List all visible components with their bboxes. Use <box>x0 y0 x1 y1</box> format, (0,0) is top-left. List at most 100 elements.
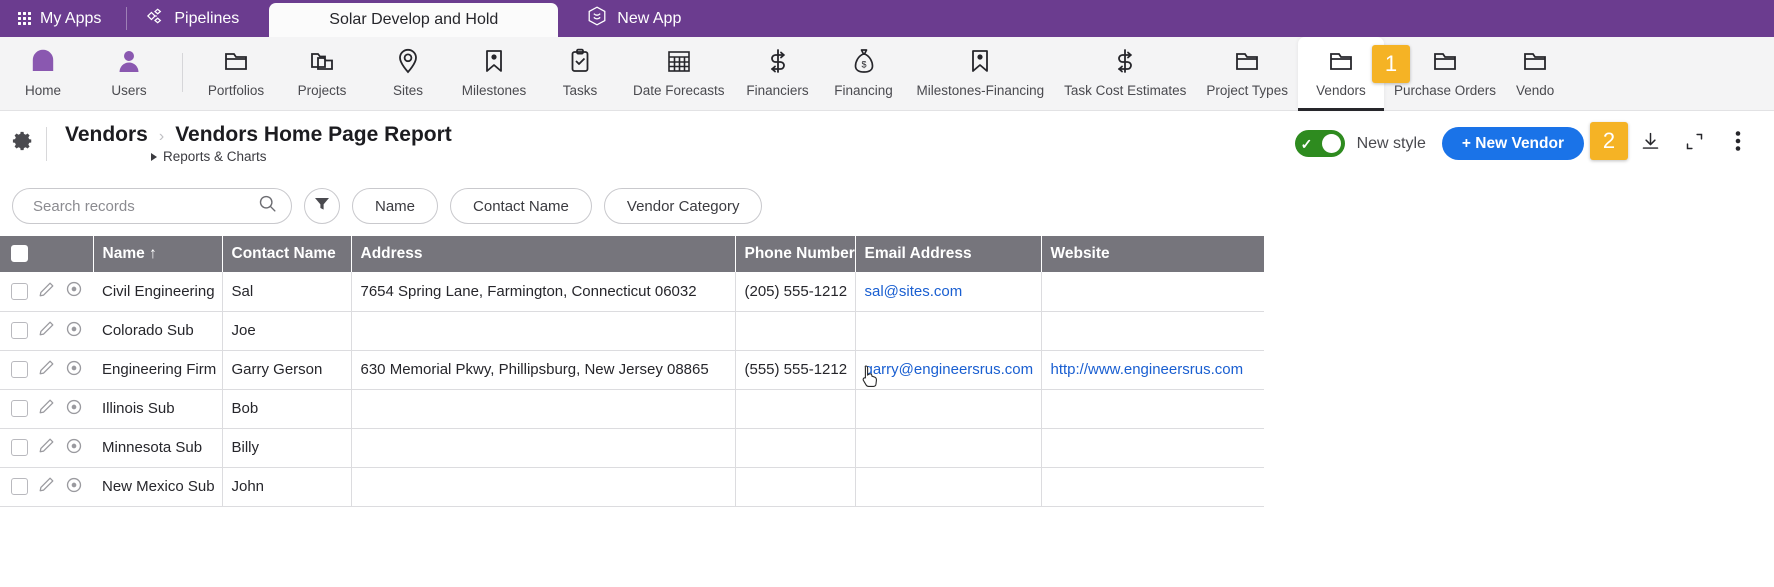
download-button[interactable] <box>1628 124 1672 164</box>
table-row[interactable]: Colorado Sub Joe <box>0 311 1264 351</box>
folder-icon <box>1328 46 1354 76</box>
column-header-name[interactable]: Name ↑ <box>93 236 223 272</box>
cell-name: Civil Engineering <box>93 272 223 312</box>
nav-item-portfolios[interactable]: Portfolios <box>193 37 279 110</box>
nav-item-vendo-partial[interactable]: Vendo <box>1506 37 1564 110</box>
column-header-phone-number[interactable]: Phone Number <box>735 236 856 272</box>
table-row[interactable]: Civil Engineering Sal 7654 Spring Lane, Fa… <box>0 272 1264 312</box>
cell-website <box>1041 311 1264 351</box>
row-checkbox[interactable] <box>11 400 28 417</box>
page-title: Vendors Home Page Report <box>175 123 452 146</box>
nav-item-projects[interactable]: Projects <box>279 37 365 110</box>
nav-item-sites[interactable]: Sites <box>365 37 451 110</box>
cell-contact-name: Billy <box>222 428 352 468</box>
more-options-button[interactable] <box>1716 124 1760 164</box>
nav-item-tasks[interactable]: Tasks <box>537 37 623 110</box>
view-record-icon[interactable] <box>65 280 83 302</box>
column-header-email-address[interactable]: Email Address <box>855 236 1042 272</box>
cell-website-link[interactable]: http://www.engineersrus.com <box>1051 361 1244 378</box>
row-tools-cell <box>0 311 93 351</box>
select-all-header[interactable] <box>0 236 94 272</box>
column-header-contact-name[interactable]: Contact Name <box>222 236 352 272</box>
table-body: Civil Engineering Sal 7654 Spring Lane, Fa… <box>0 272 1264 507</box>
folder-icon <box>223 46 249 76</box>
breadcrumb-separator: › <box>158 128 165 145</box>
cell-phone-number <box>735 311 856 351</box>
nav-item-date-forecasts[interactable]: Date Forecasts <box>623 37 735 110</box>
nav-item-financiers[interactable]: Financiers <box>735 37 821 110</box>
cell-address: 7654 Spring Lane, Farmington, Connecticu… <box>351 272 736 312</box>
nav-item-milestones-financing[interactable]: Milestones-Financing <box>907 37 1055 110</box>
nav-item-home[interactable]: Home <box>0 37 86 110</box>
column-header-address[interactable]: Address <box>351 236 736 272</box>
cell-email-address-link[interactable]: garry@engineersrus.com <box>865 361 1034 378</box>
nav-label-project-types: Project Types <box>1206 83 1288 98</box>
filter-chip-name[interactable]: Name <box>352 188 439 224</box>
new-style-toggle[interactable]: ✓ <box>1294 130 1345 157</box>
my-apps-button[interactable]: My Apps <box>0 0 128 37</box>
reports-and-charts-link[interactable]: Reports & Charts <box>65 149 452 164</box>
edit-record-icon[interactable] <box>38 359 55 380</box>
edit-record-icon[interactable] <box>38 320 55 341</box>
cell-contact-name: Garry Gerson <box>222 350 352 390</box>
edit-record-icon[interactable] <box>38 398 55 419</box>
nav-item-vendors[interactable]: Vendors 1 <box>1297 37 1410 111</box>
row-checkbox[interactable] <box>11 439 28 456</box>
table-row[interactable]: Engineering Firm Garry Gerson 630 Memorial… <box>0 350 1264 390</box>
search-icon[interactable] <box>258 194 277 218</box>
view-record-icon[interactable] <box>65 359 83 381</box>
select-all-checkbox[interactable] <box>11 245 28 263</box>
settings-button[interactable] <box>0 130 46 157</box>
view-record-icon[interactable] <box>65 398 83 420</box>
search-input[interactable] <box>31 196 258 216</box>
nav-item-task-cost-estimates[interactable]: Task Cost Estimates <box>1054 37 1196 110</box>
table-row[interactable]: New Mexico Sub John <box>0 467 1264 507</box>
cell-website <box>1041 389 1264 429</box>
row-checkbox[interactable] <box>11 361 28 378</box>
cell-email-address[interactable]: sal@sites.com <box>855 272 1042 312</box>
column-header-website[interactable]: Website <box>1041 236 1264 272</box>
row-checkbox[interactable] <box>11 322 28 339</box>
app-tab-solar-develop-and-hold[interactable]: Solar Develop and Hold <box>269 3 559 37</box>
cell-website[interactable]: http://www.engineersrus.com <box>1041 350 1264 390</box>
my-apps-label: My Apps <box>40 9 102 27</box>
view-record-icon[interactable] <box>65 476 83 498</box>
nav-label-milestones-financing: Milestones-Financing <box>916 83 1045 98</box>
filter-button[interactable] <box>304 188 340 224</box>
row-tools-cell <box>0 428 93 468</box>
filter-chip-vendor-category[interactable]: Vendor Category <box>603 188 763 224</box>
nav-divider <box>182 53 183 92</box>
search-records-box[interactable] <box>12 188 292 224</box>
edit-record-icon[interactable] <box>38 281 55 302</box>
nav-item-project-types[interactable]: Project Types <box>1196 37 1298 110</box>
expand-button[interactable] <box>1672 124 1716 164</box>
expand-icon <box>1684 131 1705 157</box>
nav-item-milestones[interactable]: Milestones <box>451 37 537 110</box>
new-vendor-button[interactable]: + New Vendor <box>1441 127 1584 160</box>
cell-phone-number: (555) 555-1212 <box>735 350 856 390</box>
pipelines-button[interactable]: Pipelines <box>127 0 265 37</box>
view-record-icon[interactable] <box>65 320 83 342</box>
cell-address <box>351 428 736 468</box>
edit-record-icon[interactable] <box>38 476 55 497</box>
view-record-icon[interactable] <box>65 437 83 459</box>
row-checkbox[interactable] <box>11 282 28 300</box>
cell-email-address[interactable]: garry@engineersrus.com <box>855 350 1042 390</box>
cell-email-address-link[interactable]: sal@sites.com <box>865 283 963 300</box>
more-vertical-icon <box>1735 130 1741 157</box>
cell-email-address <box>855 467 1042 507</box>
pipelines-icon <box>145 8 165 29</box>
edit-record-icon[interactable] <box>38 437 55 458</box>
nav-item-financing[interactable]: $ Financing <box>821 37 907 110</box>
new-app-button[interactable]: New App <box>558 0 707 37</box>
nav-label-home: Home <box>24 83 61 98</box>
row-checkbox[interactable] <box>11 478 28 495</box>
nav-item-users[interactable]: Users <box>86 37 172 110</box>
table-row[interactable]: Illinois Sub Bob <box>0 389 1264 429</box>
cell-phone-number <box>735 428 856 468</box>
cell-contact-name: Bob <box>222 389 352 429</box>
table-row[interactable]: Minnesota Sub Billy <box>0 428 1264 468</box>
breadcrumb-app-name[interactable]: Vendors <box>65 123 148 147</box>
svg-text:$: $ <box>861 60 866 70</box>
filter-chip-contact-name[interactable]: Contact Name <box>450 188 592 224</box>
